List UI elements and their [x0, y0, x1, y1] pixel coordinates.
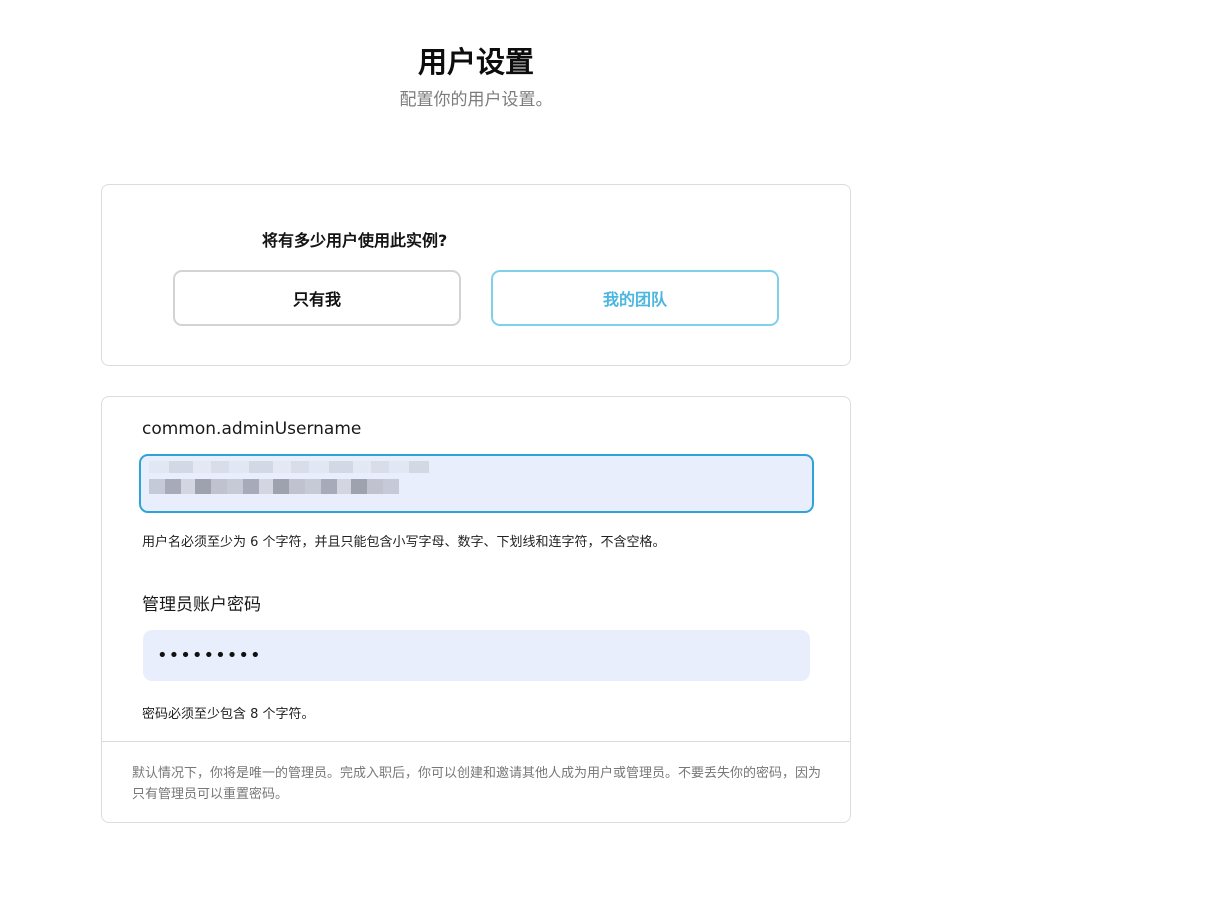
redacted-text	[149, 479, 399, 494]
page-title: 用户设置	[417, 45, 534, 79]
page-header: 用户设置 配置你的用户设置。	[101, 40, 851, 112]
my-team-button[interactable]: 我的团队	[491, 270, 779, 326]
divider	[102, 741, 850, 742]
username-label: common.adminUsername	[142, 419, 362, 439]
page-subtitle: 配置你的用户设置。	[399, 90, 553, 110]
user-setup-page: 用户设置 配置你的用户设置。 将有多少用户使用此实例? 只有我 我的团队 com…	[0, 0, 1220, 912]
password-hint: 密码必须至少包含 8 个字符。	[142, 707, 315, 722]
username-hint: 用户名必须至少为 6 个字符，并且只能包含小写字母、数字、下划线和连字符，不含空…	[142, 535, 666, 550]
password-input[interactable]: •••••••••	[143, 630, 810, 681]
admin-account-card: common.adminUsername 用户名必须至少为 6 个字符，并且只能…	[101, 396, 851, 823]
username-input[interactable]	[139, 454, 814, 513]
just-me-button[interactable]: 只有我	[173, 270, 461, 326]
password-label: 管理员账户密码	[142, 595, 261, 615]
user-count-card: 将有多少用户使用此实例? 只有我 我的团队	[101, 184, 851, 366]
user-count-question: 将有多少用户使用此实例?	[262, 231, 448, 250]
redacted-text	[149, 461, 429, 473]
admin-footnote: 默认情况下，你将是唯一的管理员。完成入职后，你可以创建和邀请其他人成为用户或管理…	[132, 766, 822, 802]
